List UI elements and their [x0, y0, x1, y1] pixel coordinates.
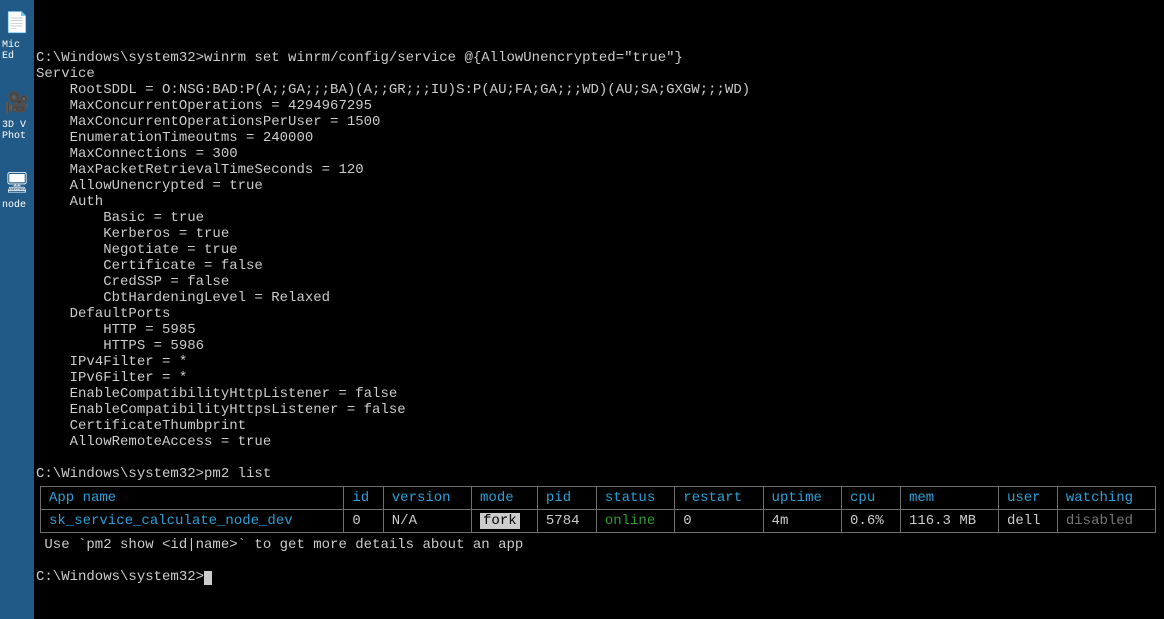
terminal-command: C:\Windows\system32>pm2 list [36, 466, 271, 482]
col-id: id [344, 487, 383, 510]
desktop-icon-edge[interactable]: 📄 Mic Ed [0, 4, 34, 62]
desktop-icon-label: 3D V Phot [0, 120, 34, 142]
cell-status: online [596, 510, 674, 533]
cell-mode: fork [472, 510, 538, 533]
cell-user: dell [998, 510, 1057, 533]
col-status: status [596, 487, 674, 510]
cell-uptime: 4m [763, 510, 841, 533]
desktop-icon-label: Mic Ed [0, 40, 34, 62]
cell-cpu: 0.6% [842, 510, 901, 533]
desktop-icon-3d[interactable]: 🎥 3D V Phot [0, 84, 34, 142]
terminal-window[interactable]: C:\Windows\system32>winrm set winrm/conf… [34, 0, 1164, 619]
col-version: version [383, 487, 471, 510]
server-icon: 🖥 [2, 168, 32, 198]
camera-icon: 🎥 [2, 88, 32, 118]
terminal-prompt: C:\Windows\system32> [36, 569, 204, 585]
cell-mem: 116.3 MB [900, 510, 998, 533]
terminal-content: C:\Windows\system32>winrm set winrm/conf… [34, 32, 1164, 585]
col-watching: watching [1057, 487, 1155, 510]
col-user: user [998, 487, 1057, 510]
cell-id: 0 [344, 510, 383, 533]
desktop-icon-label: node [0, 200, 34, 211]
cell-watching: disabled [1057, 510, 1155, 533]
col-mem: mem [900, 487, 998, 510]
col-app-name: App name [41, 487, 344, 510]
document-icon: 📄 [2, 8, 32, 38]
col-mode: mode [472, 487, 538, 510]
desktop-icon-node[interactable]: 🖥 node [0, 164, 34, 211]
cell-pid: 5784 [537, 510, 596, 533]
col-restart: restart [675, 487, 763, 510]
pm2-hint: Use `pm2 show <id|name>` to get more det… [36, 537, 523, 553]
col-pid: pid [537, 487, 596, 510]
desktop-strip: 📄 Mic Ed 🎥 3D V Phot 🖥 node [0, 0, 34, 619]
terminal-output: Service RootSDDL = O:NSG:BAD:P(A;;GA;;;B… [36, 66, 750, 450]
terminal-command: C:\Windows\system32>winrm set winrm/conf… [36, 50, 683, 66]
pm2-header-row: App name id version mode pid status rest… [41, 487, 1156, 510]
pm2-table: App name id version mode pid status rest… [40, 486, 1156, 533]
cursor [204, 571, 212, 585]
cell-restart: 0 [675, 510, 763, 533]
cell-version: N/A [383, 510, 471, 533]
col-uptime: uptime [763, 487, 841, 510]
mode-badge: fork [480, 513, 520, 529]
pm2-row: sk_service_calculate_node_dev 0 N/A fork… [41, 510, 1156, 533]
cell-app-name: sk_service_calculate_node_dev [41, 510, 344, 533]
col-cpu: cpu [842, 487, 901, 510]
